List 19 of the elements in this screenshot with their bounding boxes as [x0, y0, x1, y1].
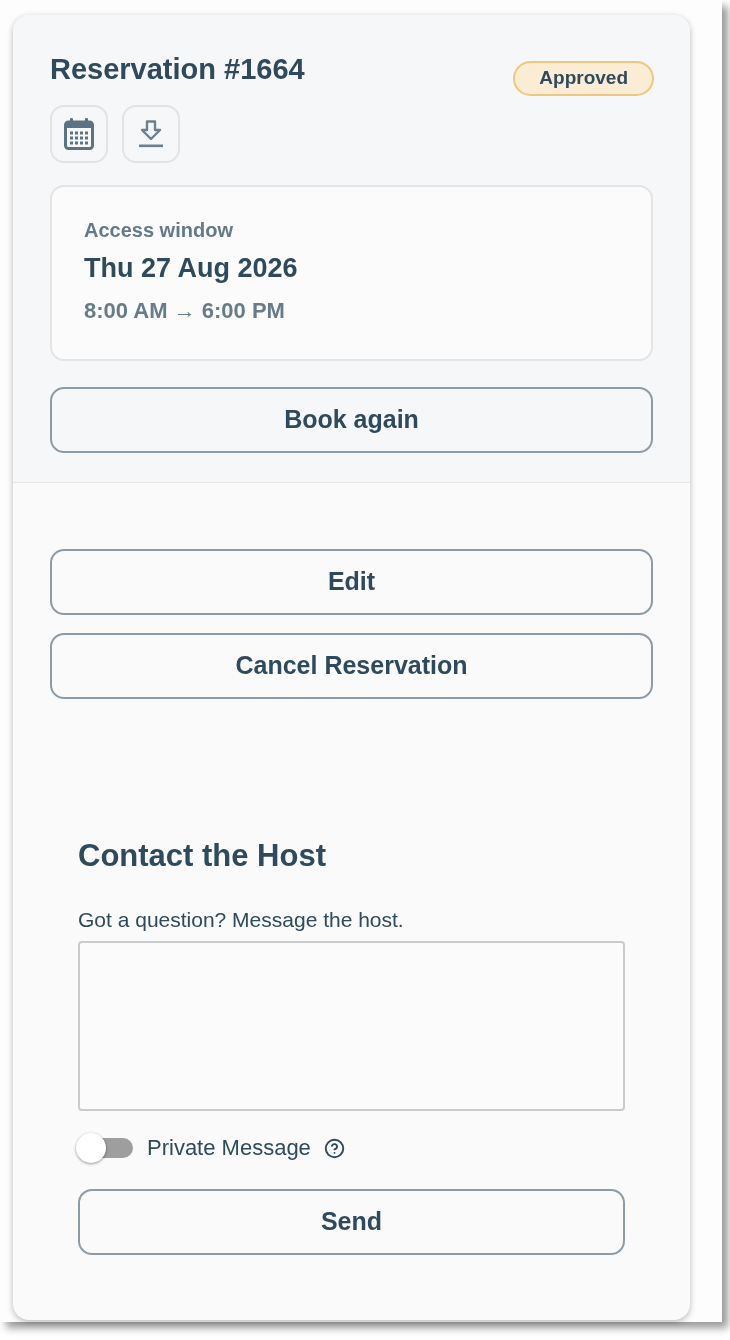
- reservation-title: Reservation #1664: [50, 52, 305, 86]
- download-icon: [138, 120, 164, 148]
- book-again-button[interactable]: Book again: [50, 387, 653, 453]
- add-to-calendar-button[interactable]: [50, 105, 108, 163]
- message-field[interactable]: [78, 941, 625, 1111]
- access-window-label: Access window: [84, 218, 234, 242]
- send-button[interactable]: Send: [78, 1189, 625, 1255]
- access-time: 8:00 AM → 6:00 PM: [84, 297, 286, 325]
- cancel-reservation-button[interactable]: Cancel Reservation: [50, 633, 653, 699]
- calendar-icon: [64, 118, 94, 150]
- private-message-switch[interactable]: [76, 1133, 133, 1163]
- contact-prompt: Got a question? Message the host.: [78, 907, 405, 933]
- edit-button[interactable]: Edit: [50, 549, 653, 615]
- help-icon[interactable]: [323, 1137, 345, 1159]
- contact-heading: Contact the Host: [78, 838, 327, 874]
- status-badge: Approved: [513, 61, 654, 96]
- private-message-label: Private Message: [147, 1134, 311, 1162]
- access-date: Thu 27 Aug 2026: [84, 252, 299, 284]
- download-button[interactable]: [122, 105, 180, 163]
